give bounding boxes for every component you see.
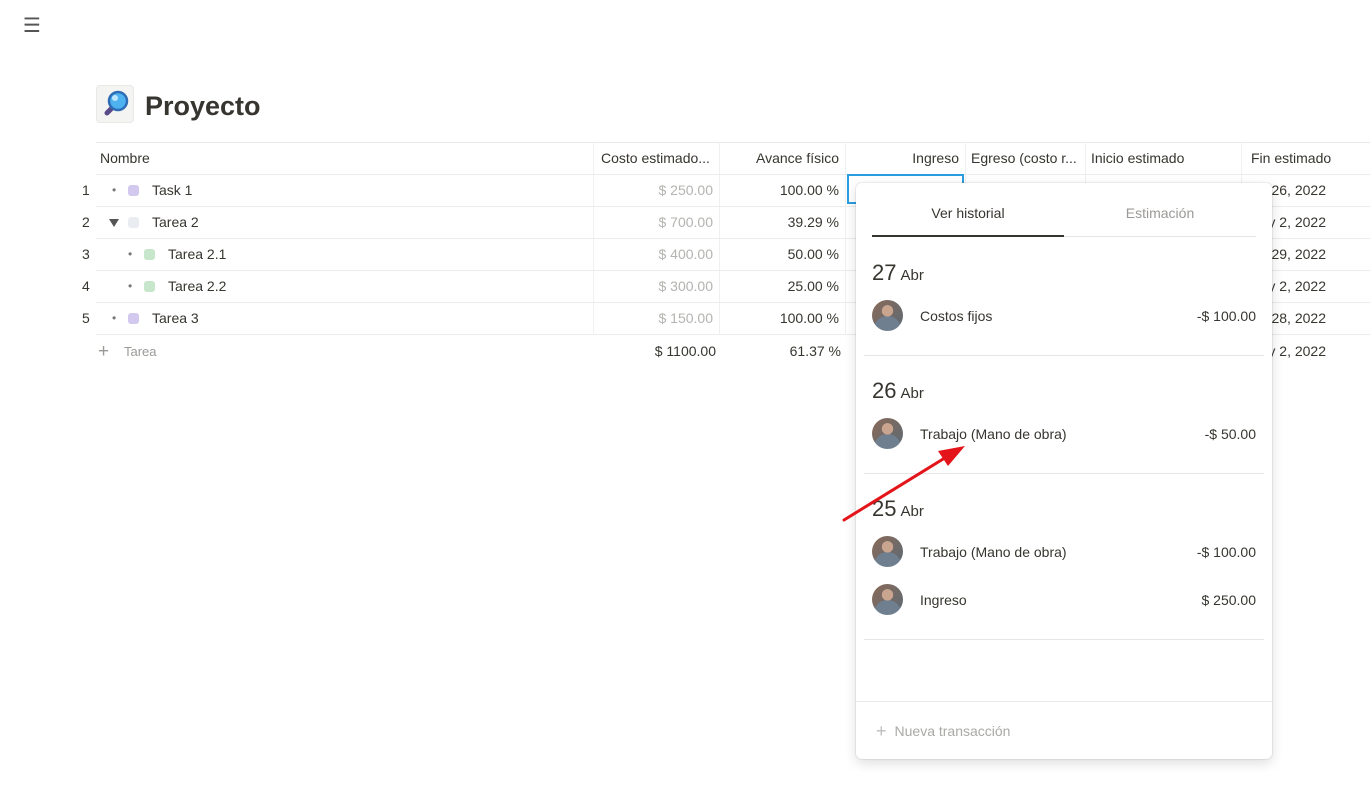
red-arrow-annotation: [842, 446, 965, 522]
